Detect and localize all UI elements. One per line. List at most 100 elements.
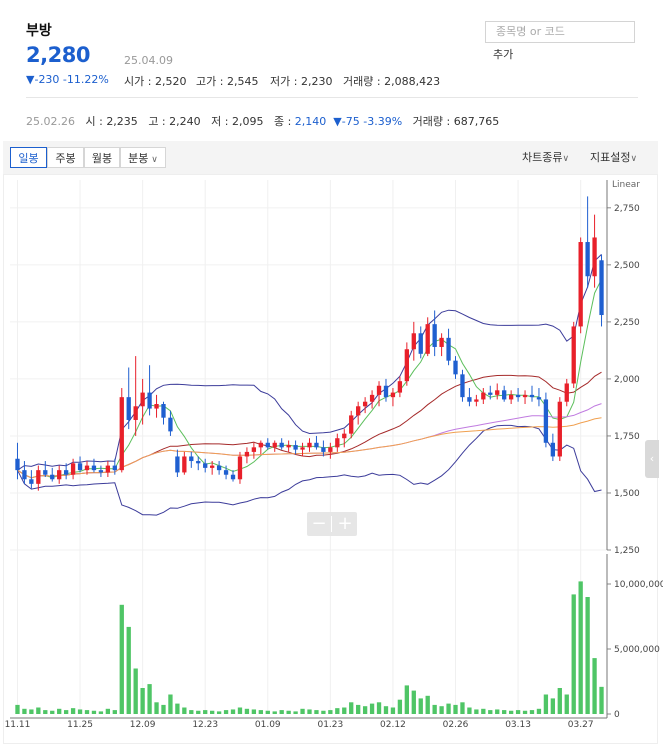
candle-body <box>203 463 208 468</box>
volume-bar <box>369 703 375 714</box>
candle-body <box>599 260 604 316</box>
candle-body <box>168 417 173 432</box>
candle-body <box>460 374 465 398</box>
candle-body <box>432 324 437 347</box>
volume-bar <box>175 703 180 714</box>
volume-bar <box>293 711 298 714</box>
volume-bar <box>126 626 131 714</box>
candle-body <box>300 447 305 450</box>
candle-body <box>70 463 76 475</box>
volume-bar <box>446 703 451 714</box>
volume-bar <box>63 710 69 714</box>
candle-body <box>230 474 236 480</box>
candle-body <box>328 447 333 452</box>
volume-bar <box>84 710 90 714</box>
indicator-lines <box>17 254 602 516</box>
candle-body <box>543 399 549 443</box>
volume-bar <box>258 710 263 714</box>
candle-body <box>349 415 354 434</box>
collapse-panel-button[interactable]: ‹ <box>645 440 659 478</box>
volume-bar <box>515 710 521 714</box>
volume-bar <box>300 708 305 714</box>
volume-bar <box>50 710 55 714</box>
volume-bar <box>328 710 333 714</box>
volume-bar <box>133 668 138 714</box>
candle-body <box>210 465 215 468</box>
candle-body <box>314 442 319 448</box>
price-tick-label: 2,500 <box>614 261 640 271</box>
volume-bar <box>77 709 83 714</box>
candle-body <box>383 385 389 398</box>
candle-body <box>404 349 409 382</box>
price-tick-label: 1,750 <box>614 432 640 442</box>
candle-body <box>522 394 528 398</box>
zoom-in-button[interactable]: + <box>333 512 357 536</box>
candle-body <box>488 392 493 395</box>
candle-body <box>550 442 556 457</box>
x-tick-label: 03.27 <box>568 720 594 730</box>
ma20-line <box>17 371 602 479</box>
candle-body <box>251 447 257 452</box>
candle-body <box>321 447 326 452</box>
volume-bar <box>29 709 34 714</box>
candle-body <box>508 394 514 400</box>
volume-bar <box>105 708 111 714</box>
volume-tick-label: 0 <box>614 710 620 720</box>
volume-bar <box>543 694 549 714</box>
volume-bar <box>411 690 416 714</box>
volume-bar <box>70 708 76 714</box>
volume-bar <box>550 698 556 714</box>
candle-body <box>258 442 263 448</box>
volume-bar <box>578 581 583 714</box>
x-tick-label: 01.09 <box>255 720 281 730</box>
x-tick-label: 12.23 <box>192 720 218 730</box>
candle-body <box>112 465 117 471</box>
candle-body <box>592 237 597 277</box>
axes: 11.11 11.25 12.09 12.23 01.09 01.23 02.12 02.26… <box>5 180 663 730</box>
candle-body <box>63 470 69 475</box>
candle-body <box>84 465 90 471</box>
price-volume-chart[interactable]: 11.11 11.25 12.09 12.23 01.09 01.23 02.12 02.26… <box>0 0 663 745</box>
x-tick-label: 02.26 <box>443 720 469 730</box>
volume-bar <box>564 694 569 714</box>
candle-body <box>578 242 583 327</box>
volume-bar <box>356 704 361 714</box>
price-tick-label: 2,250 <box>614 318 640 328</box>
volume-bar <box>474 709 479 714</box>
volume-bar <box>244 708 250 714</box>
volume-bar <box>286 710 291 714</box>
candle-body <box>356 406 361 416</box>
volume-bar <box>335 708 340 714</box>
candle-body <box>57 470 62 480</box>
candle-body <box>265 442 270 448</box>
candle-body <box>453 360 458 375</box>
candle-body <box>418 333 423 354</box>
volume-bar <box>349 702 354 714</box>
price-tick-label: 2,000 <box>614 375 640 385</box>
zoom-out-button[interactable]: − <box>307 512 331 536</box>
volume-bar <box>251 709 257 714</box>
volume-bar <box>98 711 104 714</box>
bollinger-upper-line <box>17 254 602 471</box>
candle-body <box>286 445 291 448</box>
candle-body <box>515 394 521 398</box>
candle-body <box>272 442 277 448</box>
volume-bar <box>481 708 486 714</box>
candle-body <box>481 392 486 400</box>
candle-body <box>585 242 590 277</box>
candle-body <box>133 406 138 420</box>
candle-body <box>376 385 382 395</box>
volume-bar <box>592 658 597 714</box>
volume-bar <box>453 704 458 714</box>
candle-body <box>536 397 542 400</box>
volume-bar <box>585 597 590 714</box>
candle-body <box>50 474 55 480</box>
volume-bars <box>15 581 604 714</box>
candle-body <box>342 433 347 439</box>
volume-bar <box>203 710 208 714</box>
volume-bar <box>265 710 270 714</box>
candle-body <box>119 397 124 471</box>
candlesticks <box>15 196 604 491</box>
volume-bar <box>15 704 20 714</box>
volume-tick-label: 10,000,000 <box>614 580 663 590</box>
